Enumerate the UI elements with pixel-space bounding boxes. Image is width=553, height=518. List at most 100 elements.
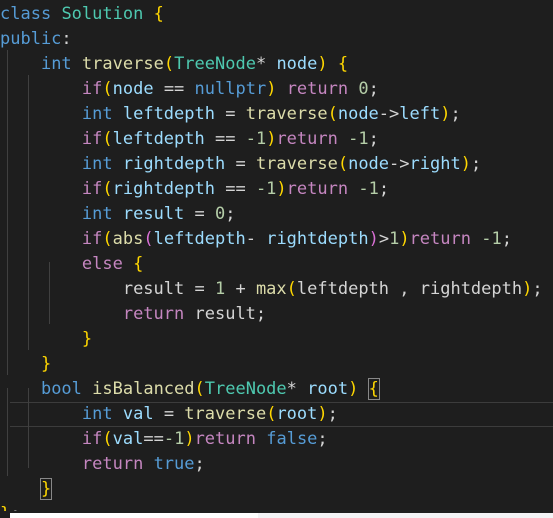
code-token: = xyxy=(214,104,246,124)
code-token: root xyxy=(307,379,349,399)
code-line[interactable]: if(leftdepth == -1)return -1; xyxy=(0,127,553,152)
code-token: ; xyxy=(470,154,482,174)
code-token: return xyxy=(122,304,185,324)
code-line[interactable]: if(rightdepth == -1)return -1; xyxy=(0,177,553,202)
code-token: leftdepth xyxy=(296,279,390,299)
code-token: node xyxy=(112,79,154,99)
code-line[interactable]: public: xyxy=(0,27,553,52)
code-token: == xyxy=(214,179,256,199)
code-line[interactable]: int traverse(TreeNode* node) { xyxy=(0,52,553,77)
code-line[interactable]: int rightdepth = traverse(node->right); xyxy=(0,152,553,177)
code-line[interactable]: class Solution { xyxy=(0,2,553,27)
code-token: { xyxy=(153,4,164,24)
code-line[interactable]: int leftdepth = traverse(node->left); xyxy=(0,102,553,127)
code-token: { xyxy=(133,254,144,274)
code-line[interactable]: if(node == nullptr) return 0; xyxy=(0,77,553,102)
code-line-content: }; xyxy=(0,502,553,511)
code-token: = xyxy=(184,279,215,299)
code-token: else xyxy=(81,254,123,274)
code-line[interactable]: } xyxy=(0,352,553,377)
code-token: int xyxy=(81,204,113,224)
code-token: Solution xyxy=(61,4,144,24)
code-token: ; xyxy=(450,104,461,124)
code-token: 1 xyxy=(214,279,226,299)
code-token: leftdepth xyxy=(112,129,205,149)
code-token: ) xyxy=(184,429,195,449)
code-token: : xyxy=(61,29,72,49)
code-line-content: result = 1 + max(leftdepth , rightdepth)… xyxy=(0,277,553,302)
code-token: left xyxy=(399,104,441,124)
code-line[interactable]: } xyxy=(0,477,553,502)
code-line[interactable]: int val = traverse(root); xyxy=(0,402,553,427)
code-token: int xyxy=(81,154,113,174)
code-line[interactable]: } xyxy=(0,327,553,352)
code-token: == xyxy=(143,429,164,449)
code-line[interactable]: bool isBalanced(TreeNode* root) { xyxy=(0,377,553,402)
code-line-content: class Solution { xyxy=(0,2,553,27)
code-token: node xyxy=(348,154,390,174)
code-token: nullptr xyxy=(194,79,267,99)
code-token: node xyxy=(337,104,379,124)
code-line-content: } xyxy=(0,352,553,377)
code-token: ) xyxy=(317,54,328,74)
code-token: ; xyxy=(532,279,543,299)
code-token: ) xyxy=(266,129,277,149)
code-token: ) xyxy=(276,179,287,199)
code-token: class xyxy=(0,4,52,24)
code-token: ; xyxy=(194,454,205,474)
code-line[interactable]: int result = 0; xyxy=(0,202,553,227)
code-line[interactable]: return result; xyxy=(0,302,553,327)
code-token: traverse xyxy=(255,154,338,174)
code-editor[interactable]: class Solution {public: int traverse(Tre… xyxy=(0,0,553,511)
code-line[interactable]: if(abs(leftdepth- rightdepth)>1)return -… xyxy=(0,227,553,252)
code-token: if xyxy=(81,79,103,99)
code-line-content: else { xyxy=(0,252,553,277)
code-line[interactable]: if(val==-1)return false; xyxy=(0,427,553,452)
code-token: -1 xyxy=(481,229,502,249)
code-token: 0 xyxy=(215,204,226,224)
code-token: ( xyxy=(102,79,113,99)
code-token: abs xyxy=(112,229,144,249)
bracket-match-token: { xyxy=(367,378,380,400)
code-token: -> xyxy=(389,154,410,174)
code-token: ; xyxy=(368,129,379,149)
code-line[interactable]: }; xyxy=(0,502,553,511)
code-lines[interactable]: class Solution {public: int traverse(Tre… xyxy=(0,0,553,511)
code-line[interactable]: return true; xyxy=(0,452,553,477)
code-token: ; xyxy=(368,79,379,99)
code-line-content: if(node == nullptr) return 0; xyxy=(0,77,553,102)
code-token: int xyxy=(40,54,72,74)
code-token: false xyxy=(266,429,318,449)
code-token: -1 xyxy=(358,179,379,199)
code-token: > xyxy=(378,229,390,249)
code-line[interactable]: result = 1 + max(leftdepth , rightdepth)… xyxy=(0,277,553,302)
code-line-content: if(abs(leftdepth- rightdepth)>1)return -… xyxy=(0,227,553,252)
bracket-match-token: } xyxy=(39,478,53,500)
code-token: } xyxy=(81,329,93,349)
code-token: ) xyxy=(317,404,328,424)
code-token: ; xyxy=(501,229,512,249)
code-token: traverse xyxy=(184,404,267,424)
code-token: int xyxy=(81,104,113,124)
code-line-content: if(rightdepth == -1)return -1; xyxy=(0,177,553,202)
code-line[interactable]: else { xyxy=(0,252,553,277)
code-token: ( xyxy=(337,154,349,174)
code-token: if xyxy=(81,229,103,249)
code-token: ; xyxy=(225,204,236,224)
